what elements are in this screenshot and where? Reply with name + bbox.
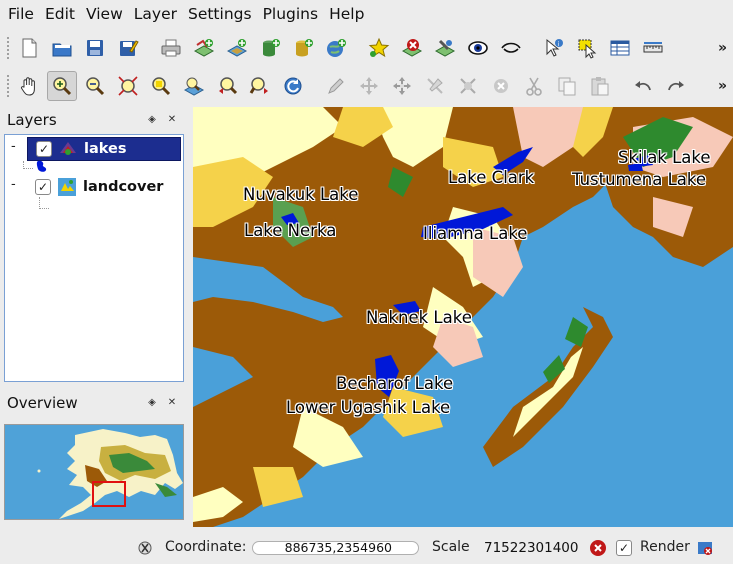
menu-bar: File Edit View Layer Settings Plugins He… [0,0,733,28]
add-vector-layer-icon[interactable] [189,33,219,63]
redo-icon[interactable] [661,71,691,101]
zoom-last-icon[interactable] [212,71,242,101]
scale-value[interactable]: 71522301400 [484,540,578,556]
raster-layer-icon [58,178,76,196]
map-label-nuvakuk-lake: Nuvakuk Lake [243,185,359,204]
map-canvas[interactable]: Skilak Lake Lake Clark Tustumena Lake Nu… [193,107,733,527]
pan-icon[interactable] [14,71,44,101]
layer-visibility-checkbox[interactable]: ✓ [36,141,52,157]
map-label-skilak-lake: Skilak Lake [618,148,711,167]
undo-icon[interactable] [628,71,658,101]
identify-icon[interactable]: i [539,33,569,63]
panel-splitter[interactable] [186,107,191,527]
overview-dock-buttons: ◈ ✕ [146,396,178,408]
toolbar-handle[interactable] [6,36,10,60]
zoom-full-icon[interactable] [113,71,143,101]
add-ring-icon[interactable] [420,71,450,101]
map-label-becharof-lake: Becharof Lake [336,374,454,393]
file-toolbar: i » [0,30,733,66]
coordinate-label: Coordinate: [165,539,247,555]
copy-features-icon[interactable] [552,71,582,101]
select-features-icon[interactable] [572,33,602,63]
render-checkbox[interactable]: ✓ [616,540,632,556]
map-label-lower-ugashik-lake: Lower Ugashik Lake [286,398,451,417]
add-raster-layer-icon[interactable] [222,33,252,63]
save-project-icon[interactable] [80,33,110,63]
toolbar-handle[interactable] [6,74,10,98]
scale-label: Scale [432,539,470,555]
map-navigation-toolbar: » [0,68,733,104]
toolbar-overflow-icon[interactable]: » [718,40,727,56]
remove-layer-icon[interactable] [397,33,427,63]
layer-name: lakes [84,141,127,157]
render-label: Render [640,539,690,555]
menu-file[interactable]: File [4,5,41,23]
coordinate-toggle-icon[interactable] [136,539,154,557]
zoom-next-icon[interactable] [245,71,275,101]
layer-item-lakes[interactable]: ✓ lakes [27,137,181,161]
print-icon[interactable] [156,33,186,63]
collapse-icon[interactable]: - [11,177,21,192]
new-project-icon[interactable] [14,33,44,63]
overview-dock-title: Overview [7,394,78,412]
refresh-icon[interactable] [278,71,308,101]
attribute-table-icon[interactable] [605,33,635,63]
zoom-out-icon[interactable] [80,71,110,101]
map-label-iliamna-lake: Iliamna Lake [423,224,528,243]
layer-item-landcover[interactable]: ✓ landcover [27,175,181,199]
menu-view[interactable]: View [82,5,130,23]
overview-alaska-shape [37,429,183,519]
stop-render-icon[interactable] [589,539,607,557]
new-bookmark-icon[interactable] [364,33,394,63]
hide-all-layers-icon[interactable] [496,33,526,63]
lake-symbol-icon [36,160,47,172]
show-all-layers-icon[interactable] [463,33,493,63]
menu-help[interactable]: Help [325,5,371,23]
zoom-layer-icon[interactable] [179,71,209,101]
zoom-in-icon[interactable] [47,71,77,101]
move-feature-icon[interactable] [354,71,384,101]
add-postgis-layer-icon[interactable] [255,33,285,63]
menu-plugins[interactable]: Plugins [259,5,326,23]
projection-icon[interactable] [696,539,714,557]
layers-dock-title: Layers [7,111,57,129]
close-dock-icon[interactable]: ✕ [166,396,178,408]
vector-layer-icon [60,142,76,155]
menu-layer[interactable]: Layer [130,5,184,23]
measure-icon[interactable] [638,33,668,63]
map-label-naknek-lake: Naknek Lake [366,308,472,327]
tree-line [23,168,33,169]
float-dock-icon[interactable]: ◈ [146,396,158,408]
save-as-icon[interactable] [113,33,143,63]
coordinate-field[interactable]: 886735,2354960 [252,541,419,555]
layer-properties-icon[interactable] [430,33,460,63]
tree-line [39,208,49,209]
delete-part-icon[interactable] [486,71,516,101]
toggle-editing-icon[interactable] [321,71,351,101]
overview-map[interactable] [4,424,184,520]
collapse-icon[interactable]: - [11,139,21,154]
open-project-icon[interactable] [47,33,77,63]
layers-dock-buttons: ◈ ✕ [146,113,178,125]
add-spatialite-layer-icon[interactable] [288,33,318,63]
layer-name: landcover [83,179,164,195]
node-tool-icon[interactable] [387,71,417,101]
add-wms-layer-icon[interactable] [321,33,351,63]
close-dock-icon[interactable]: ✕ [166,113,178,125]
map-label-tustumena-lake: Tustumena Lake [572,170,707,189]
menu-settings[interactable]: Settings [184,5,259,23]
map-label-lake-nerka: Lake Nerka [244,221,337,240]
paste-features-icon[interactable] [585,71,615,101]
delete-selected-icon[interactable] [453,71,483,101]
map-label-lake-clark: Lake Clark [448,168,535,187]
menu-edit[interactable]: Edit [41,5,82,23]
float-dock-icon[interactable]: ◈ [146,113,158,125]
layer-visibility-checkbox[interactable]: ✓ [35,179,51,195]
toolbar-overflow-icon[interactable]: » [718,78,727,94]
layers-tree[interactable]: - ✓ lakes - ✓ landcover [4,134,184,382]
cut-features-icon[interactable] [519,71,549,101]
zoom-selection-icon[interactable] [146,71,176,101]
